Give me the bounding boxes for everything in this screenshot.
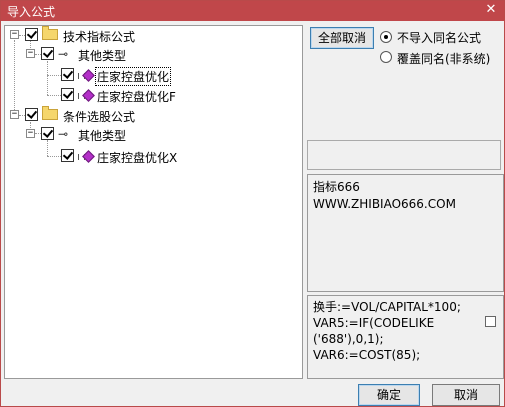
formula-code-panel[interactable]: 换手:=VOL/CAPITAL*100; VAR5:=IF(CODELIKE (… bbox=[307, 295, 504, 379]
formula-label-selected: 庄家控盘优化 bbox=[94, 67, 172, 86]
group-checkbox[interactable] bbox=[25, 28, 38, 41]
tree-node-group[interactable]: − 条件选股公式 bbox=[5, 106, 302, 124]
tree-node-formula[interactable]: 庄家控盘优化X bbox=[5, 147, 302, 165]
tree-node-formula[interactable]: 庄家控盘优化 bbox=[5, 66, 302, 86]
close-icon[interactable]: ✕ bbox=[484, 3, 498, 17]
category-checkbox[interactable] bbox=[41, 47, 54, 60]
radio-overwrite-duplicates-label: 覆盖同名(非系统) bbox=[397, 52, 491, 66]
group-checkbox[interactable] bbox=[25, 108, 38, 121]
tree-node-group[interactable]: − 技术指标公式 bbox=[5, 26, 302, 44]
group-label: 条件选股公式 bbox=[63, 110, 136, 124]
cancel-button[interactable]: 取消 bbox=[432, 384, 500, 406]
code-line: 换手:=VOL/CAPITAL*100; bbox=[313, 300, 461, 314]
key-icon: ⊸ bbox=[58, 127, 69, 141]
tree-node-category[interactable]: − ⊸ 其他类型 bbox=[5, 125, 302, 143]
formula-label: 庄家控盘优化F bbox=[97, 90, 176, 104]
formula-checkbox[interactable] bbox=[61, 68, 74, 81]
tree-node-formula[interactable]: 庄家控盘优化F bbox=[5, 86, 302, 104]
category-label: 其他类型 bbox=[78, 129, 127, 143]
deselect-all-button[interactable]: 全部取消 bbox=[310, 27, 374, 49]
code-line: VAR5:=IF(CODELIKE bbox=[313, 316, 435, 330]
collapse-icon[interactable]: − bbox=[10, 30, 19, 39]
formula-label: 庄家控盘优化X bbox=[97, 151, 178, 165]
category-checkbox[interactable] bbox=[41, 127, 54, 140]
info-line: WWW.ZHIBIAO666.COM bbox=[313, 197, 456, 211]
code-line: ('688'),0,1); bbox=[313, 332, 384, 346]
key-icon: ⊸ bbox=[58, 47, 69, 61]
collapse-icon[interactable]: − bbox=[26, 129, 35, 138]
tree-node-category[interactable]: − ⊸ 其他类型 bbox=[5, 45, 302, 63]
formula-icon bbox=[78, 89, 95, 102]
empty-panel bbox=[307, 140, 501, 170]
collapse-icon[interactable]: − bbox=[10, 110, 19, 119]
radio-overwrite-duplicates[interactable] bbox=[380, 51, 392, 63]
radio-skip-duplicates-label: 不导入同名公式 bbox=[397, 31, 482, 45]
formula-icon bbox=[78, 69, 95, 82]
folder-icon bbox=[42, 106, 58, 120]
formula-tree[interactable]: − 技术指标公式 − ⊸ 其他类型 庄家控盘优化 庄家控盘优化F − 条件选股公… bbox=[4, 25, 303, 379]
radio-skip-duplicates[interactable] bbox=[380, 31, 392, 43]
window-title: 导入公式 bbox=[7, 5, 56, 19]
title-bar: 导入公式 ✕ bbox=[1, 1, 504, 21]
info-line: 指标666 bbox=[313, 180, 360, 194]
formula-checkbox[interactable] bbox=[61, 88, 74, 101]
collapse-icon[interactable]: − bbox=[26, 49, 35, 58]
confirm-button[interactable]: 确定 bbox=[358, 384, 420, 406]
formula-checkbox[interactable] bbox=[61, 149, 74, 162]
code-checkbox[interactable] bbox=[485, 316, 496, 327]
group-label: 技术指标公式 bbox=[63, 30, 136, 44]
category-label: 其他类型 bbox=[78, 49, 127, 63]
import-formula-dialog: 导入公式 ✕ − 技术指标公式 − ⊸ 其他类型 庄家控盘优化 庄家控盘优化F … bbox=[0, 0, 505, 407]
formula-info-panel: 指标666 WWW.ZHIBIAO666.COM bbox=[307, 174, 504, 292]
formula-icon bbox=[78, 150, 95, 163]
code-line: VAR6:=COST(85); bbox=[313, 348, 421, 362]
folder-icon bbox=[42, 26, 58, 40]
